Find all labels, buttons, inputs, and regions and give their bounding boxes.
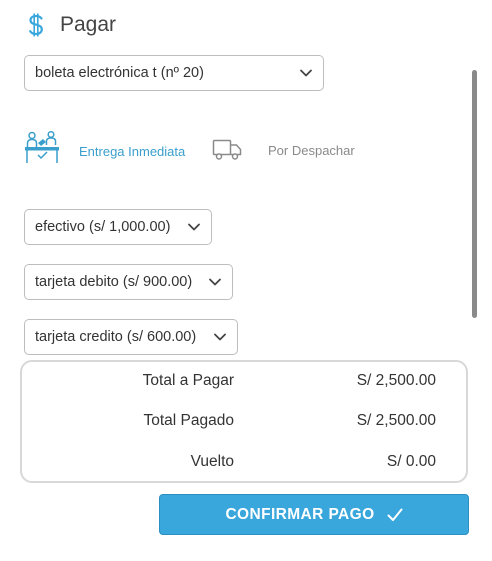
vuelto-row: Vuelto S/ 0.00 (22, 453, 466, 473)
document-type-value: boleta electrónica t (nº 20) (35, 65, 204, 81)
payment-method-label: tarjeta debito (s/ 900.00) (35, 274, 193, 290)
vuelto-label: Vuelto (190, 453, 234, 470)
payment-method-label: efectivo (s/ 1,000.00) (35, 219, 171, 235)
payment-method-label: tarjeta credito (s/ 600.00) (35, 329, 197, 345)
page-header: Pagar (24, 10, 116, 40)
counter-service-icon (25, 130, 59, 163)
confirm-payment-label: CONFIRMAR PAGO (225, 505, 375, 523)
payment-method-select-debit[interactable]: tarjeta debito (s/ 900.00) (24, 264, 233, 300)
payment-method-select-credit[interactable]: tarjeta credito (s/ 600.00) (24, 319, 238, 355)
total-pagado-row: Total Pagado S/ 2,500.00 (22, 412, 466, 432)
chevron-down-icon (209, 278, 221, 286)
total-pagado-value: S/ 2,500.00 (356, 412, 436, 429)
totals-panel: Total a Pagar S/ 2,500.00 Total Pagado S… (20, 360, 468, 483)
payment-method-select-cash[interactable]: efectivo (s/ 1,000.00) (24, 209, 212, 245)
delivery-truck-icon (212, 139, 242, 160)
chevron-down-icon (188, 223, 200, 231)
total-a-pagar-label: Total a Pagar (142, 372, 234, 389)
document-type-select[interactable]: boleta electrónica t (nº 20) (24, 55, 324, 91)
delivery-dispatch-label: Por Despachar (268, 142, 355, 158)
page-title: Pagar (60, 13, 117, 36)
delivery-option-dispatch[interactable]: Por Despachar (212, 138, 355, 162)
delivery-options: Entrega Inmediata Por Despachar (24, 130, 384, 170)
confirm-payment-button[interactable]: CONFIRMAR PAGO (159, 494, 469, 535)
delivery-option-immediate[interactable]: Entrega Inmediata (24, 130, 185, 166)
checkmark-icon (387, 508, 403, 521)
vuelto-value: S/ 0.00 (386, 453, 436, 470)
dollar-icon (24, 11, 48, 39)
total-a-pagar-value: S/ 2,500.00 (356, 372, 436, 389)
total-a-pagar-row: Total a Pagar S/ 2,500.00 (22, 372, 466, 392)
delivery-immediate-label: Entrega Inmediata (79, 143, 186, 159)
total-pagado-label: Total Pagado (143, 412, 235, 429)
vertical-scrollbar[interactable] (472, 70, 477, 318)
chevron-down-icon (214, 333, 226, 341)
chevron-down-icon (300, 69, 312, 77)
